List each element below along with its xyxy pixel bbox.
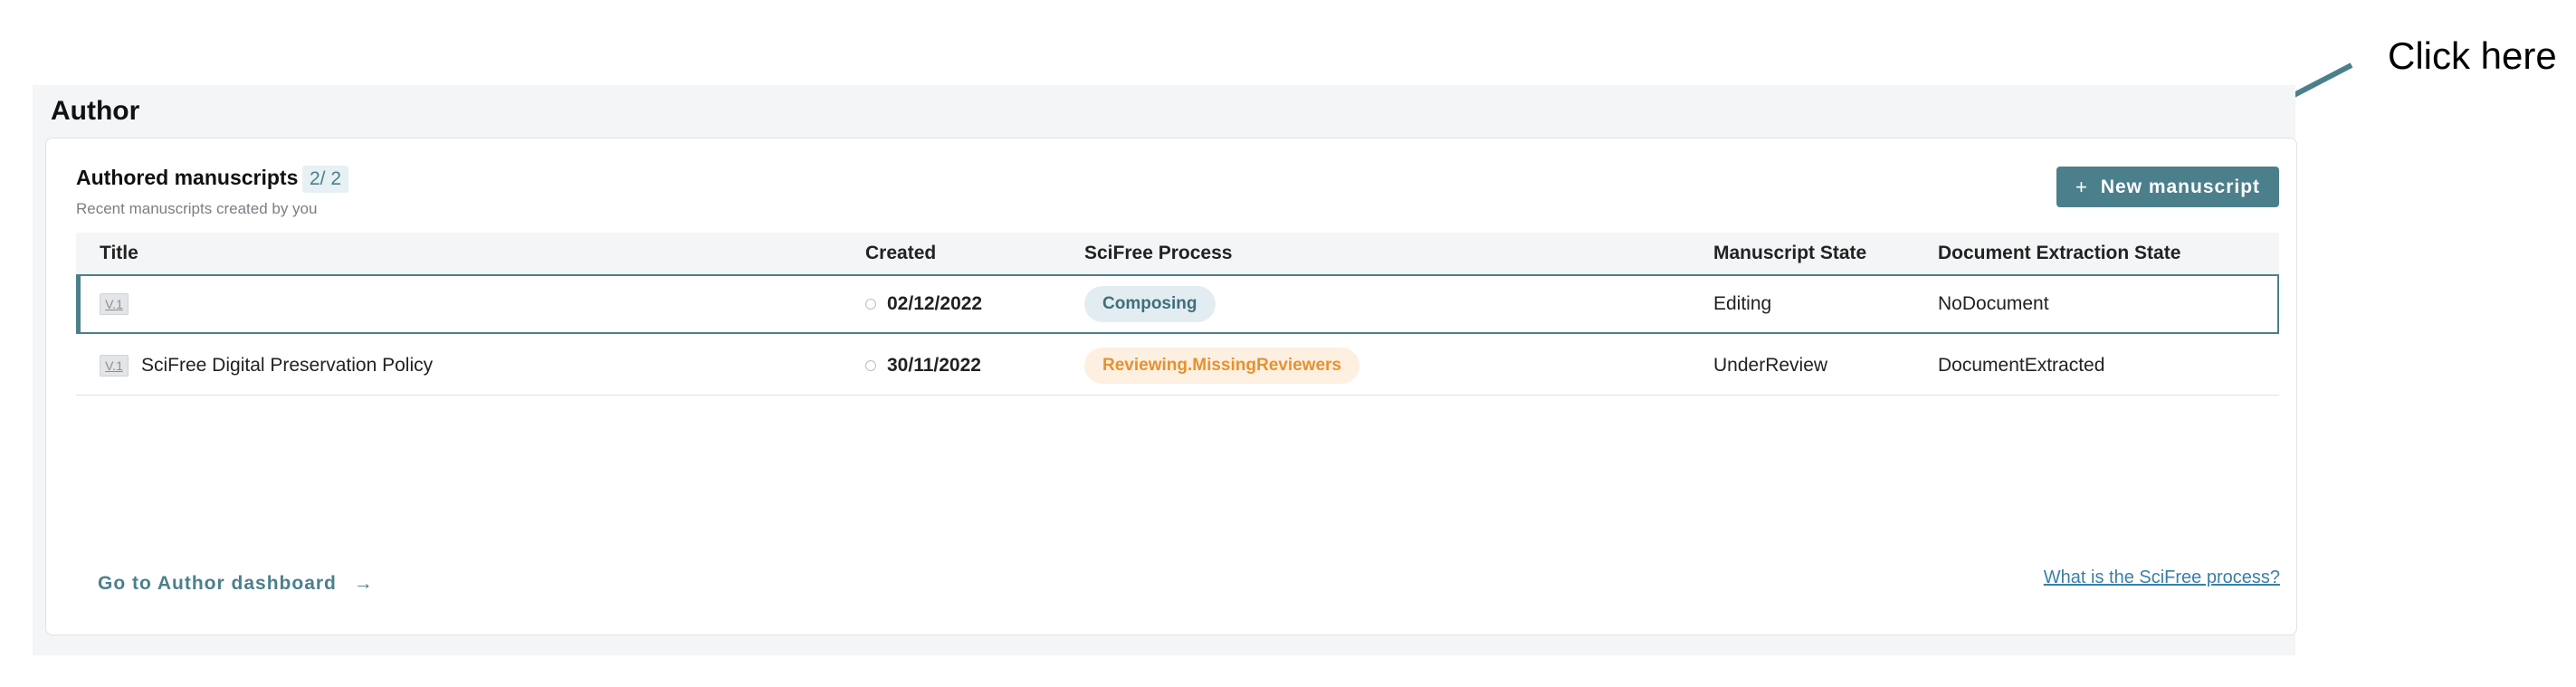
header-document-extraction-state[interactable]: Document Extraction State [1938,243,2180,264]
version-tag: V.1 [100,293,129,315]
version-tag: V.1 [100,354,129,377]
extraction-state: DocumentExtracted [1938,354,2105,376]
header-created[interactable]: Created [865,243,936,264]
header-scifree-process[interactable]: SciFree Process [1084,243,1232,264]
manuscript-title[interactable]: SciFree Digital Preservation Policy [141,355,433,377]
manuscript-state: Editing [1713,293,1772,314]
created-cell: 30/11/2022 [865,336,981,395]
created-date: 02/12/2022 [887,293,983,314]
table-row[interactable]: V.1 SciFree Digital Preservation Policy … [76,336,2279,396]
author-section: Author Authored manuscripts 2/ 2 Recent … [33,85,2297,655]
process-cell: Composing [1084,276,1216,332]
created-date: 30/11/2022 [887,354,981,376]
header-title[interactable]: Title [100,243,138,264]
annotation-label: Click here [2388,34,2557,77]
plus-icon: + [2075,175,2088,198]
section-title: Author [51,96,140,126]
process-cell: Reviewing.MissingReviewers [1084,336,1360,395]
scifree-process-help-link[interactable]: What is the SciFree process? [2044,568,2280,588]
title-cell: V.1 SciFree Digital Preservation Policy [100,336,433,395]
manuscript-state: UnderReview [1713,354,1828,376]
card-subtitle: Recent manuscripts created by you [76,200,318,217]
count-badge: 2/ 2 [302,166,349,193]
card-title: Authored manuscripts [76,166,299,189]
process-badge: Composing [1084,286,1216,322]
arrow-right-icon: → [353,573,374,594]
table-header: Title Created SciFree Process Manuscript… [76,233,2279,274]
header-manuscript-state[interactable]: Manuscript State [1713,243,1866,264]
author-dashboard-label: Go to Author dashboard [98,573,337,594]
clock-icon [865,299,876,310]
extraction-state: NoDocument [1938,293,2049,314]
process-badge: Reviewing.MissingReviewers [1084,347,1360,384]
created-cell: 02/12/2022 [865,276,982,332]
authored-manuscripts-card: Authored manuscripts 2/ 2 Recent manuscr… [45,138,2297,635]
new-manuscript-label: New manuscript [2100,176,2261,197]
title-cell: V.1 [100,276,141,332]
new-manuscript-button[interactable]: + New manuscript [2056,167,2279,207]
author-dashboard-link[interactable]: Go to Author dashboard → [98,573,374,595]
clock-icon [865,359,876,371]
table-row[interactable]: V.1 02/12/2022 Composing Editing NoDocum… [76,274,2279,334]
